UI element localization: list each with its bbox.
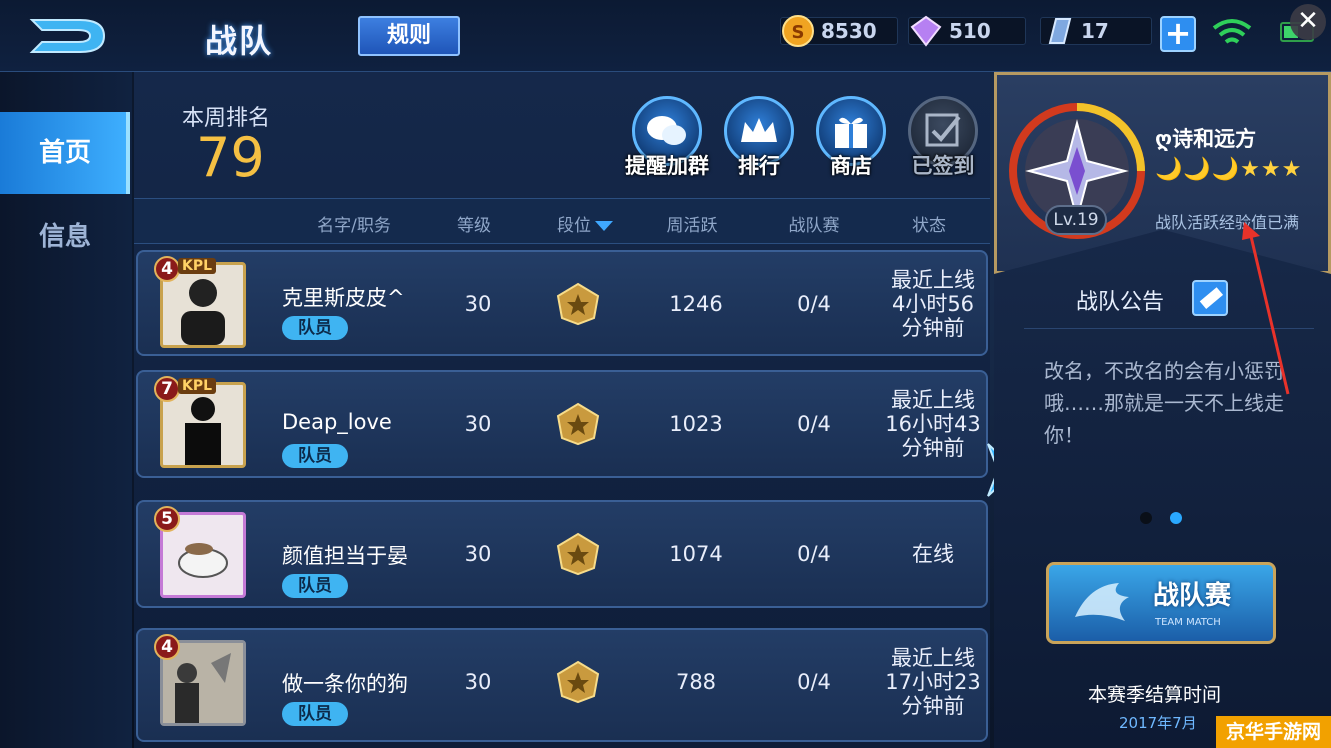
status: 在线 bbox=[912, 542, 954, 566]
signed-in-button[interactable]: 已签到 bbox=[898, 96, 988, 180]
sort-down-icon bbox=[595, 221, 613, 231]
team-info-panel: Lv.19 ღ诗和远方 🌙🌙🌙★★★ 战队活跃经验值已满 战队公告 改名，不改名… bbox=[994, 72, 1331, 748]
season-end-label: 本赛季结算时间 bbox=[1088, 684, 1222, 706]
crown-icon bbox=[741, 118, 777, 142]
player-name: 颜值担当于晏 bbox=[282, 544, 408, 568]
rank-medal-icon bbox=[556, 282, 600, 326]
col-status: 状态 bbox=[912, 216, 946, 236]
table-header: 名字/职务 等级 段位 周活跃 战队赛 状态 bbox=[134, 198, 990, 244]
kpl-tag: KPL bbox=[178, 378, 217, 394]
col-level: 等级 bbox=[457, 216, 491, 236]
player-level: 30 bbox=[464, 292, 492, 316]
team-level: Lv.19 bbox=[1045, 205, 1107, 235]
ranking-button[interactable]: 排行 bbox=[714, 96, 804, 180]
player-level-badge: 5 bbox=[154, 506, 180, 532]
season-end-date: 2017年7月 bbox=[1119, 714, 1197, 732]
rules-button[interactable]: 规则 bbox=[358, 16, 460, 56]
gold-counter: S 8530 bbox=[780, 15, 898, 47]
player-level: 30 bbox=[464, 412, 492, 436]
page-title: 战队 bbox=[205, 22, 274, 60]
table-row[interactable]: 4 KPL 克里斯皮皮^ 队员 30 1246 0/4 最近上线 4小时56 分… bbox=[136, 250, 988, 356]
close-button[interactable]: ✕ bbox=[1290, 4, 1326, 40]
role-badge: 队员 bbox=[282, 444, 348, 468]
col-rank[interactable]: 段位 bbox=[540, 211, 630, 236]
rank-medal-icon bbox=[556, 532, 600, 576]
check-icon bbox=[925, 113, 961, 147]
nav-item-info[interactable]: 信息 bbox=[0, 196, 130, 278]
weekly-rank-value: 79 bbox=[196, 126, 265, 189]
svg-text:S: S bbox=[792, 22, 805, 43]
role-badge: 队员 bbox=[282, 702, 348, 726]
weekly-active: 1246 bbox=[669, 292, 723, 316]
site-watermark: 京华手游网 bbox=[1216, 716, 1331, 748]
player-name: 做一条你的狗 bbox=[282, 672, 408, 696]
diamond-icon bbox=[910, 15, 942, 47]
diamond-counter: 510 bbox=[908, 15, 1026, 47]
team-stars: 🌙🌙🌙★★★ bbox=[1155, 157, 1303, 182]
ticket-counter: 17 bbox=[1040, 16, 1152, 46]
wifi-icon bbox=[1212, 19, 1252, 44]
weekly-active: 1023 bbox=[669, 412, 723, 436]
annotation-arrow bbox=[1242, 222, 1290, 395]
rank-medal-icon bbox=[556, 660, 600, 704]
team-match-count: 0/4 bbox=[797, 292, 831, 316]
back-logo-icon[interactable] bbox=[28, 12, 108, 60]
table-row[interactable]: 7 KPL Deap_love 队员 30 1023 0/4 最近上线 16小时… bbox=[136, 370, 988, 478]
col-team-match: 战队赛 bbox=[788, 216, 840, 236]
page-dot[interactable] bbox=[1140, 512, 1152, 524]
player-level-badge: 4 bbox=[154, 256, 180, 282]
team-match-count: 0/4 bbox=[797, 670, 831, 694]
status: 最近上线 16小时43 分钟前 bbox=[885, 388, 981, 460]
edit-notice-button[interactable] bbox=[1192, 280, 1228, 316]
add-currency-button[interactable]: + bbox=[1160, 16, 1196, 52]
player-level-badge: 4 bbox=[154, 634, 180, 660]
kpl-tag: KPL bbox=[178, 258, 217, 274]
shop-button[interactable]: 商店 bbox=[806, 96, 896, 180]
rank-medal-icon bbox=[556, 402, 600, 446]
table-row[interactable]: 4 做一条你的狗 队员 30 788 0/4 最近上线 17小时23 分钟前 bbox=[136, 628, 988, 742]
wechat-icon bbox=[647, 116, 686, 145]
team-members-panel: 本周排名 79 提醒加群 排行 商店 已签到 名字/职务 等级 段位 周活跃 战… bbox=[134, 72, 990, 748]
nav-item-home[interactable]: 首页 bbox=[0, 112, 130, 194]
player-level: 30 bbox=[464, 670, 492, 694]
notice-title: 战队公告 bbox=[1076, 290, 1165, 315]
col-name: 名字/职务 bbox=[317, 216, 391, 236]
dragon-icon bbox=[1075, 583, 1129, 621]
status: 最近上线 4小时56 分钟前 bbox=[891, 268, 975, 340]
page-dot-active[interactable] bbox=[1170, 512, 1182, 524]
team-match-button[interactable]: 战队赛 TEAM MATCH bbox=[1046, 562, 1276, 644]
ticket-icon bbox=[1048, 18, 1072, 44]
pencil-icon bbox=[1199, 287, 1224, 310]
table-row[interactable]: 5 颜值担当于晏 队员 30 1074 0/4 在线 bbox=[136, 500, 988, 608]
team-match-count: 0/4 bbox=[797, 412, 831, 436]
gold-coin-icon: S bbox=[782, 15, 814, 47]
status: 最近上线 17小时23 分钟前 bbox=[885, 646, 981, 718]
player-level-badge: 7 bbox=[154, 376, 180, 402]
role-badge: 队员 bbox=[282, 316, 348, 340]
player-level: 30 bbox=[464, 542, 492, 566]
team-match-count: 0/4 bbox=[797, 542, 831, 566]
player-name: Deap_love bbox=[282, 410, 392, 434]
role-badge: 队员 bbox=[282, 574, 348, 598]
left-nav: 首页 信息 bbox=[0, 72, 132, 748]
weekly-active: 788 bbox=[675, 670, 717, 694]
player-name: 克里斯皮皮^ bbox=[282, 286, 405, 310]
col-weekly-active: 周活跃 bbox=[666, 216, 718, 236]
gift-icon bbox=[835, 117, 867, 148]
team-name: ღ诗和远方 bbox=[1155, 127, 1257, 151]
remind-join-button[interactable]: 提醒加群 bbox=[622, 96, 712, 180]
weekly-active: 1074 bbox=[669, 542, 723, 566]
top-bar: 战队 规则 S 8530 510 17 + ✕ bbox=[0, 0, 1331, 72]
